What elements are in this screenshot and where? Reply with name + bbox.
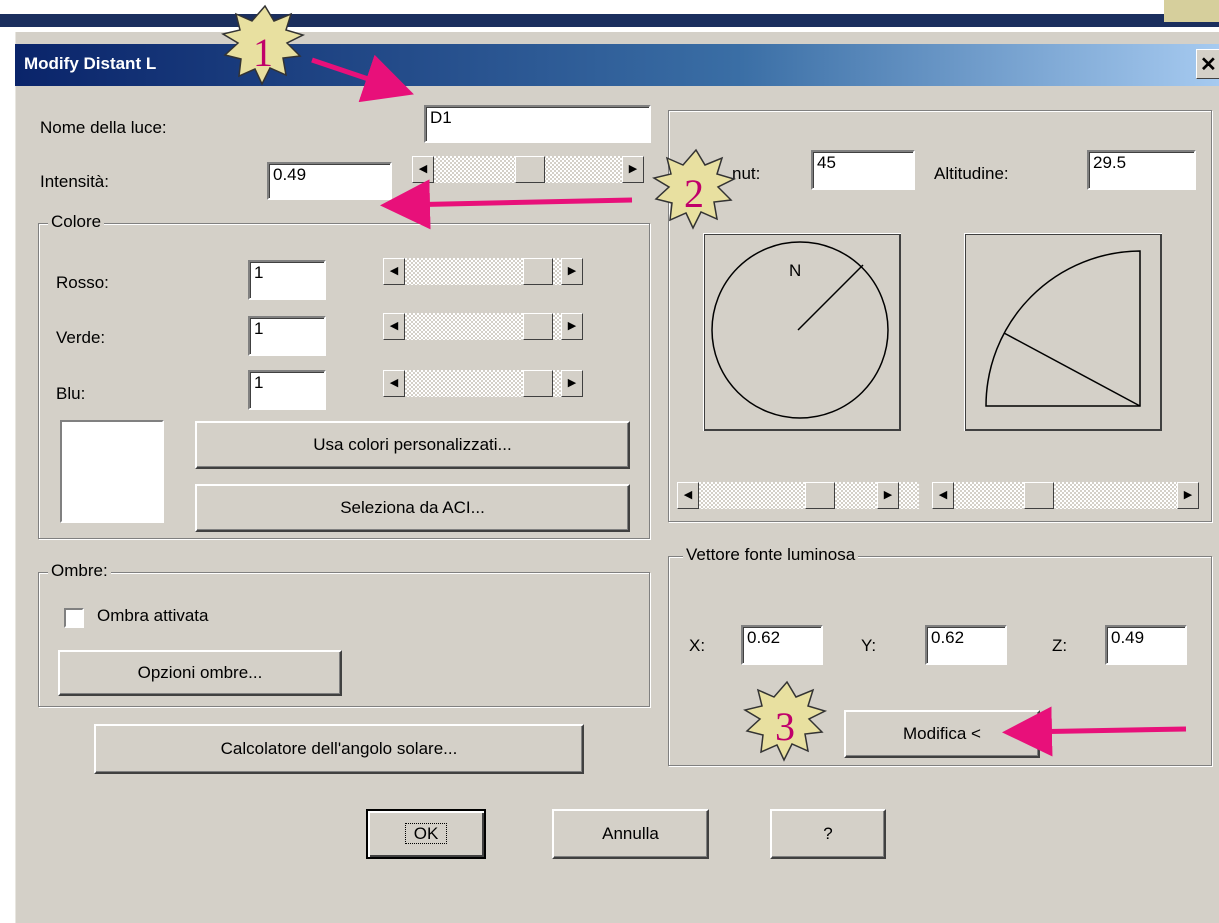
red-input[interactable]: 1 — [248, 260, 326, 300]
scroll-right-icon[interactable]: ▶ — [561, 313, 583, 340]
vector-z-label: Z: — [1052, 636, 1068, 655]
scroll-left-icon[interactable]: ◀ — [412, 156, 434, 183]
altitude-label: Altitudine: — [934, 164, 1009, 183]
close-icon: ✕ — [1200, 54, 1217, 76]
shadow-checkbox[interactable] — [64, 608, 84, 628]
color-group-title: Colore — [48, 212, 105, 232]
slide-corner-accent — [1164, 0, 1219, 22]
scroll-left-icon[interactable]: ◀ — [383, 313, 405, 340]
blue-input[interactable]: 1 — [248, 370, 326, 410]
vector-y-label: Y: — [861, 636, 877, 655]
scroll-right-icon[interactable]: ▶ — [877, 482, 899, 509]
vector-x-input[interactable]: 0.62 — [741, 625, 823, 665]
light-vector-group-title: Vettore fonte luminosa — [683, 545, 859, 565]
red-scrollbar[interactable]: ◀ ▶ — [383, 258, 583, 285]
custom-colors-button[interactable]: Usa colori personalizzati... — [195, 421, 630, 469]
scroll-thumb[interactable] — [805, 482, 835, 509]
slide-header-band — [0, 14, 1219, 27]
green-input[interactable]: 1 — [248, 316, 326, 356]
azimuth-compass[interactable]: N — [703, 233, 901, 431]
light-name-input[interactable]: D1 — [424, 105, 651, 143]
sun-angle-calculator-button[interactable]: Calcolatore dell'angolo solare... — [94, 724, 584, 774]
light-name-label: Nome della luce: — [40, 118, 167, 137]
scroll-thumb[interactable] — [515, 156, 545, 183]
green-label: Verde: — [56, 328, 106, 347]
intensity-scrollbar[interactable]: ◀ ▶ — [412, 156, 644, 183]
select-aci-button[interactable]: Seleziona da ACI... — [195, 484, 630, 532]
help-button[interactable]: ? — [770, 809, 886, 859]
scroll-left-icon[interactable]: ◀ — [677, 482, 699, 509]
intensity-input[interactable]: 0.49 — [267, 162, 392, 200]
red-label: Rosso: — [56, 273, 109, 292]
scroll-thumb[interactable] — [523, 370, 553, 397]
altitude-scrollbar[interactable]: ◀ ▶ — [932, 482, 1199, 509]
scroll-right-icon[interactable]: ▶ — [561, 258, 583, 285]
scroll-right-icon[interactable]: ▶ — [561, 370, 583, 397]
scroll-left-icon[interactable]: ◀ — [932, 482, 954, 509]
azimuth-scrollbar[interactable]: ◀ ▶ — [677, 482, 919, 509]
close-button[interactable]: ✕ — [1196, 49, 1219, 79]
altitude-input[interactable]: 29.5 — [1087, 150, 1196, 190]
scroll-left-icon[interactable]: ◀ — [383, 258, 405, 285]
scroll-thumb[interactable] — [523, 313, 553, 340]
modify-button[interactable]: Modifica < — [844, 710, 1040, 758]
azimuth-input[interactable]: 45 — [811, 150, 915, 190]
scroll-right-icon[interactable]: ▶ — [622, 156, 644, 183]
scroll-right-icon[interactable]: ▶ — [1177, 482, 1199, 509]
scroll-thumb[interactable] — [523, 258, 553, 285]
compass-north-letter: N — [789, 261, 801, 280]
green-scrollbar[interactable]: ◀ ▶ — [383, 313, 583, 340]
blue-label: Blu: — [56, 384, 86, 403]
scroll-left-icon[interactable]: ◀ — [383, 370, 405, 397]
intensity-label: Intensità: — [40, 172, 109, 191]
shadows-group-title: Ombre: — [48, 561, 111, 581]
vector-z-input[interactable]: 0.49 — [1105, 625, 1187, 665]
shadow-checkbox-label: Ombra attivata — [97, 606, 209, 625]
shadow-options-button[interactable]: Opzioni ombre... — [58, 650, 342, 696]
azimuth-label: nut: — [732, 164, 761, 183]
blue-scrollbar[interactable]: ◀ ▶ — [383, 370, 583, 397]
scroll-thumb[interactable] — [1024, 482, 1054, 509]
window-title: Modify Distant L — [24, 54, 157, 73]
cancel-button[interactable]: Annulla — [552, 809, 709, 859]
color-swatch — [60, 420, 164, 523]
vector-y-input[interactable]: 0.62 — [925, 625, 1007, 665]
vector-x-label: X: — [689, 636, 706, 655]
altitude-gauge[interactable] — [964, 233, 1162, 431]
ok-button[interactable]: OK — [366, 809, 486, 859]
ok-label: OK — [404, 823, 448, 844]
